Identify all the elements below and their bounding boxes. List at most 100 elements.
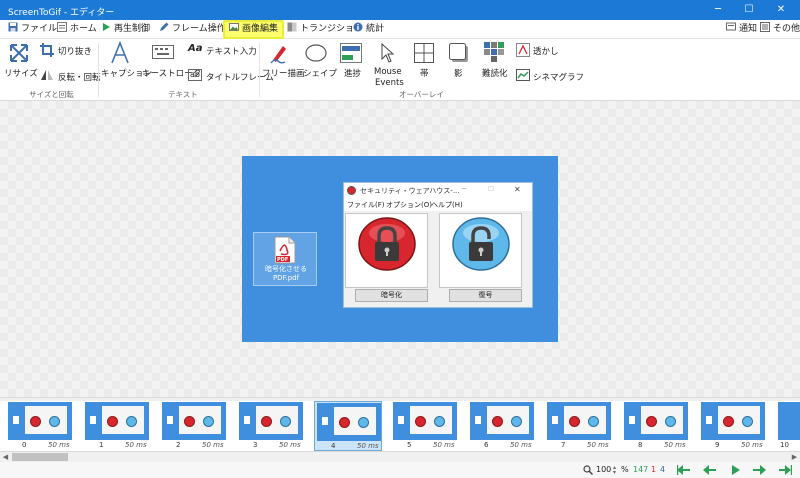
tab-label: 統計 [366,24,385,34]
thumb-blue-lock [126,416,137,427]
frame-delay: 50 ms [587,441,609,449]
scroll-left-button[interactable]: ◀ [0,452,11,462]
frame-thumbnail[interactable]: 3 50 ms [237,401,305,451]
frame-number: 8 [638,441,643,449]
frame-image [470,402,534,440]
thumb-red-lock [646,416,657,427]
image-icon [229,23,239,31]
crop-button[interactable]: 切り抜き [58,45,92,57]
previous-frame-icon[interactable] [703,464,716,476]
first-frame-icon[interactable] [677,464,690,476]
frame-number: 10 [780,441,789,449]
encrypt-button: 暗号化 [355,289,428,302]
dialog-minimize-icon: ─ [462,185,467,193]
thumb-file-icon [322,417,328,425]
border-button[interactable]: 帯 [420,67,429,79]
thumb-blue-lock [358,417,369,428]
tab-file[interactable]: ファイル [8,21,57,38]
frame-thumbnail[interactable]: 7 50 ms [545,401,613,451]
frame-thumbnail[interactable]: 5 50 ms [391,401,459,451]
close-button[interactable]: ✕ [766,0,796,20]
frame-thumbnail[interactable]: 0 50 ms [6,401,74,451]
frame-thumbnail[interactable]: 2 50 ms [160,401,228,451]
thumb-blue-lock [49,416,60,427]
zoom-stepper-icon[interactable]: ▴ ▾ [613,465,616,476]
info-icon [353,22,363,32]
options-icon [760,22,770,32]
notification-icon [726,22,736,31]
frame-number: 7 [561,441,566,449]
progress-icon [340,43,362,63]
thumb-file-icon [13,416,19,424]
tab-label: 画像編集 [242,24,279,34]
tab-statistics[interactable]: 統計 [353,21,384,38]
more-options-button[interactable]: その他 [760,21,800,38]
thumb-red-lock [261,416,272,427]
group-overlay-label: オーバーレイ [399,90,444,99]
free-draw-button[interactable]: フリー描画 [262,67,305,79]
group-text-label: テキスト [168,90,198,99]
frame-list-scrollbar[interactable]: ◀ ▶ [0,451,800,462]
thumb-blue-lock [665,416,676,427]
pdf-file-icon: PDF [274,236,296,264]
tab-image[interactable]: 画像編集 [223,20,285,39]
shape-button[interactable]: シェイプ [303,67,337,79]
tab-frames[interactable]: フレーム操作 [159,21,226,38]
frame-thumbnail[interactable]: 1 50 ms [83,401,151,451]
thumb-red-lock [569,416,580,427]
thumb-window [641,406,683,434]
thumb-file-icon [706,416,712,424]
free-text-button[interactable]: テキスト入力 [206,45,257,57]
tab-transitions[interactable]: トランジション [287,21,363,38]
frame-list[interactable]: 0 50 ms 1 50 ms 2 50 ms 3 50 ms 4 50 ms … [0,401,800,451]
ribbon-toolbar: リサイズ 切り抜き 反転・回転 サイズと回転 キャプション キーストローク Aa… [0,39,800,101]
thumb-window [102,406,144,434]
resize-button[interactable]: リサイズ [4,67,38,79]
thumb-blue-lock [742,416,753,427]
pdf-badge-text: PDF [277,257,288,263]
shadow-button[interactable]: 影 [454,67,463,79]
thumb-blue-lock [280,416,291,427]
thumb-file-icon [629,416,635,424]
flip-rotate-button[interactable]: 反転・回転 [58,71,101,83]
notifications-button[interactable]: 通知 [726,21,757,38]
title-frame-icon: ab [188,69,202,81]
last-frame-icon[interactable] [779,464,792,476]
zoom-value[interactable]: 100 [596,465,611,474]
cinemagraph-button[interactable]: シネマグラフ [533,71,584,83]
mouse-events-button[interactable]: Mouse [374,67,402,77]
dialog-close-icon: ✕ [514,185,521,194]
tab-playback[interactable]: 再生制御 [101,21,150,38]
frame-delay: 50 ms [433,441,455,449]
frame-thumbnail[interactable]: 10 [776,401,800,451]
editor-canvas[interactable]: PDF 暗号化させる PDF.pdf セキュリティ・ウェアハウス-... ─ ☐… [0,101,800,397]
frame-number: 6 [484,441,489,449]
current-frame: 4 [660,465,666,474]
frame-thumbnail[interactable]: 8 50 ms [622,401,690,451]
obfuscate-button[interactable]: 難読化 [482,67,508,79]
frame-count: 147 [633,465,649,474]
desktop-pdf-file: PDF 暗号化させる PDF.pdf [253,232,317,286]
encrypt-panel [345,213,428,288]
frame-image [547,402,611,440]
desktop-file-label: 暗号化させる PDF.pdf [256,265,316,283]
thumb-window [718,406,760,434]
frame-image [701,402,765,440]
frame-delay: 50 ms [741,441,763,449]
play-frames-icon[interactable] [729,464,742,476]
frame-thumbnail-selected[interactable]: 4 50 ms [314,401,382,451]
tab-label: フレーム操作 [172,24,226,34]
dialog-menu-options: オプション(O) [386,201,432,209]
minimize-button[interactable]: ─ [703,0,733,20]
thumb-window [179,406,221,434]
next-frame-icon[interactable] [753,464,766,476]
scroll-right-button[interactable]: ▶ [789,452,800,462]
frame-thumbnail[interactable]: 9 50 ms [699,401,767,451]
frame-thumbnail[interactable]: 6 50 ms [468,401,536,451]
watermark-button[interactable]: 透かし [533,45,559,57]
tab-label: 再生制御 [114,24,151,34]
tab-home[interactable]: ホーム [57,21,97,38]
scroll-thumb[interactable] [12,453,68,461]
progress-button[interactable]: 進捗 [344,67,361,79]
maximize-button[interactable]: ☐ [734,0,764,20]
